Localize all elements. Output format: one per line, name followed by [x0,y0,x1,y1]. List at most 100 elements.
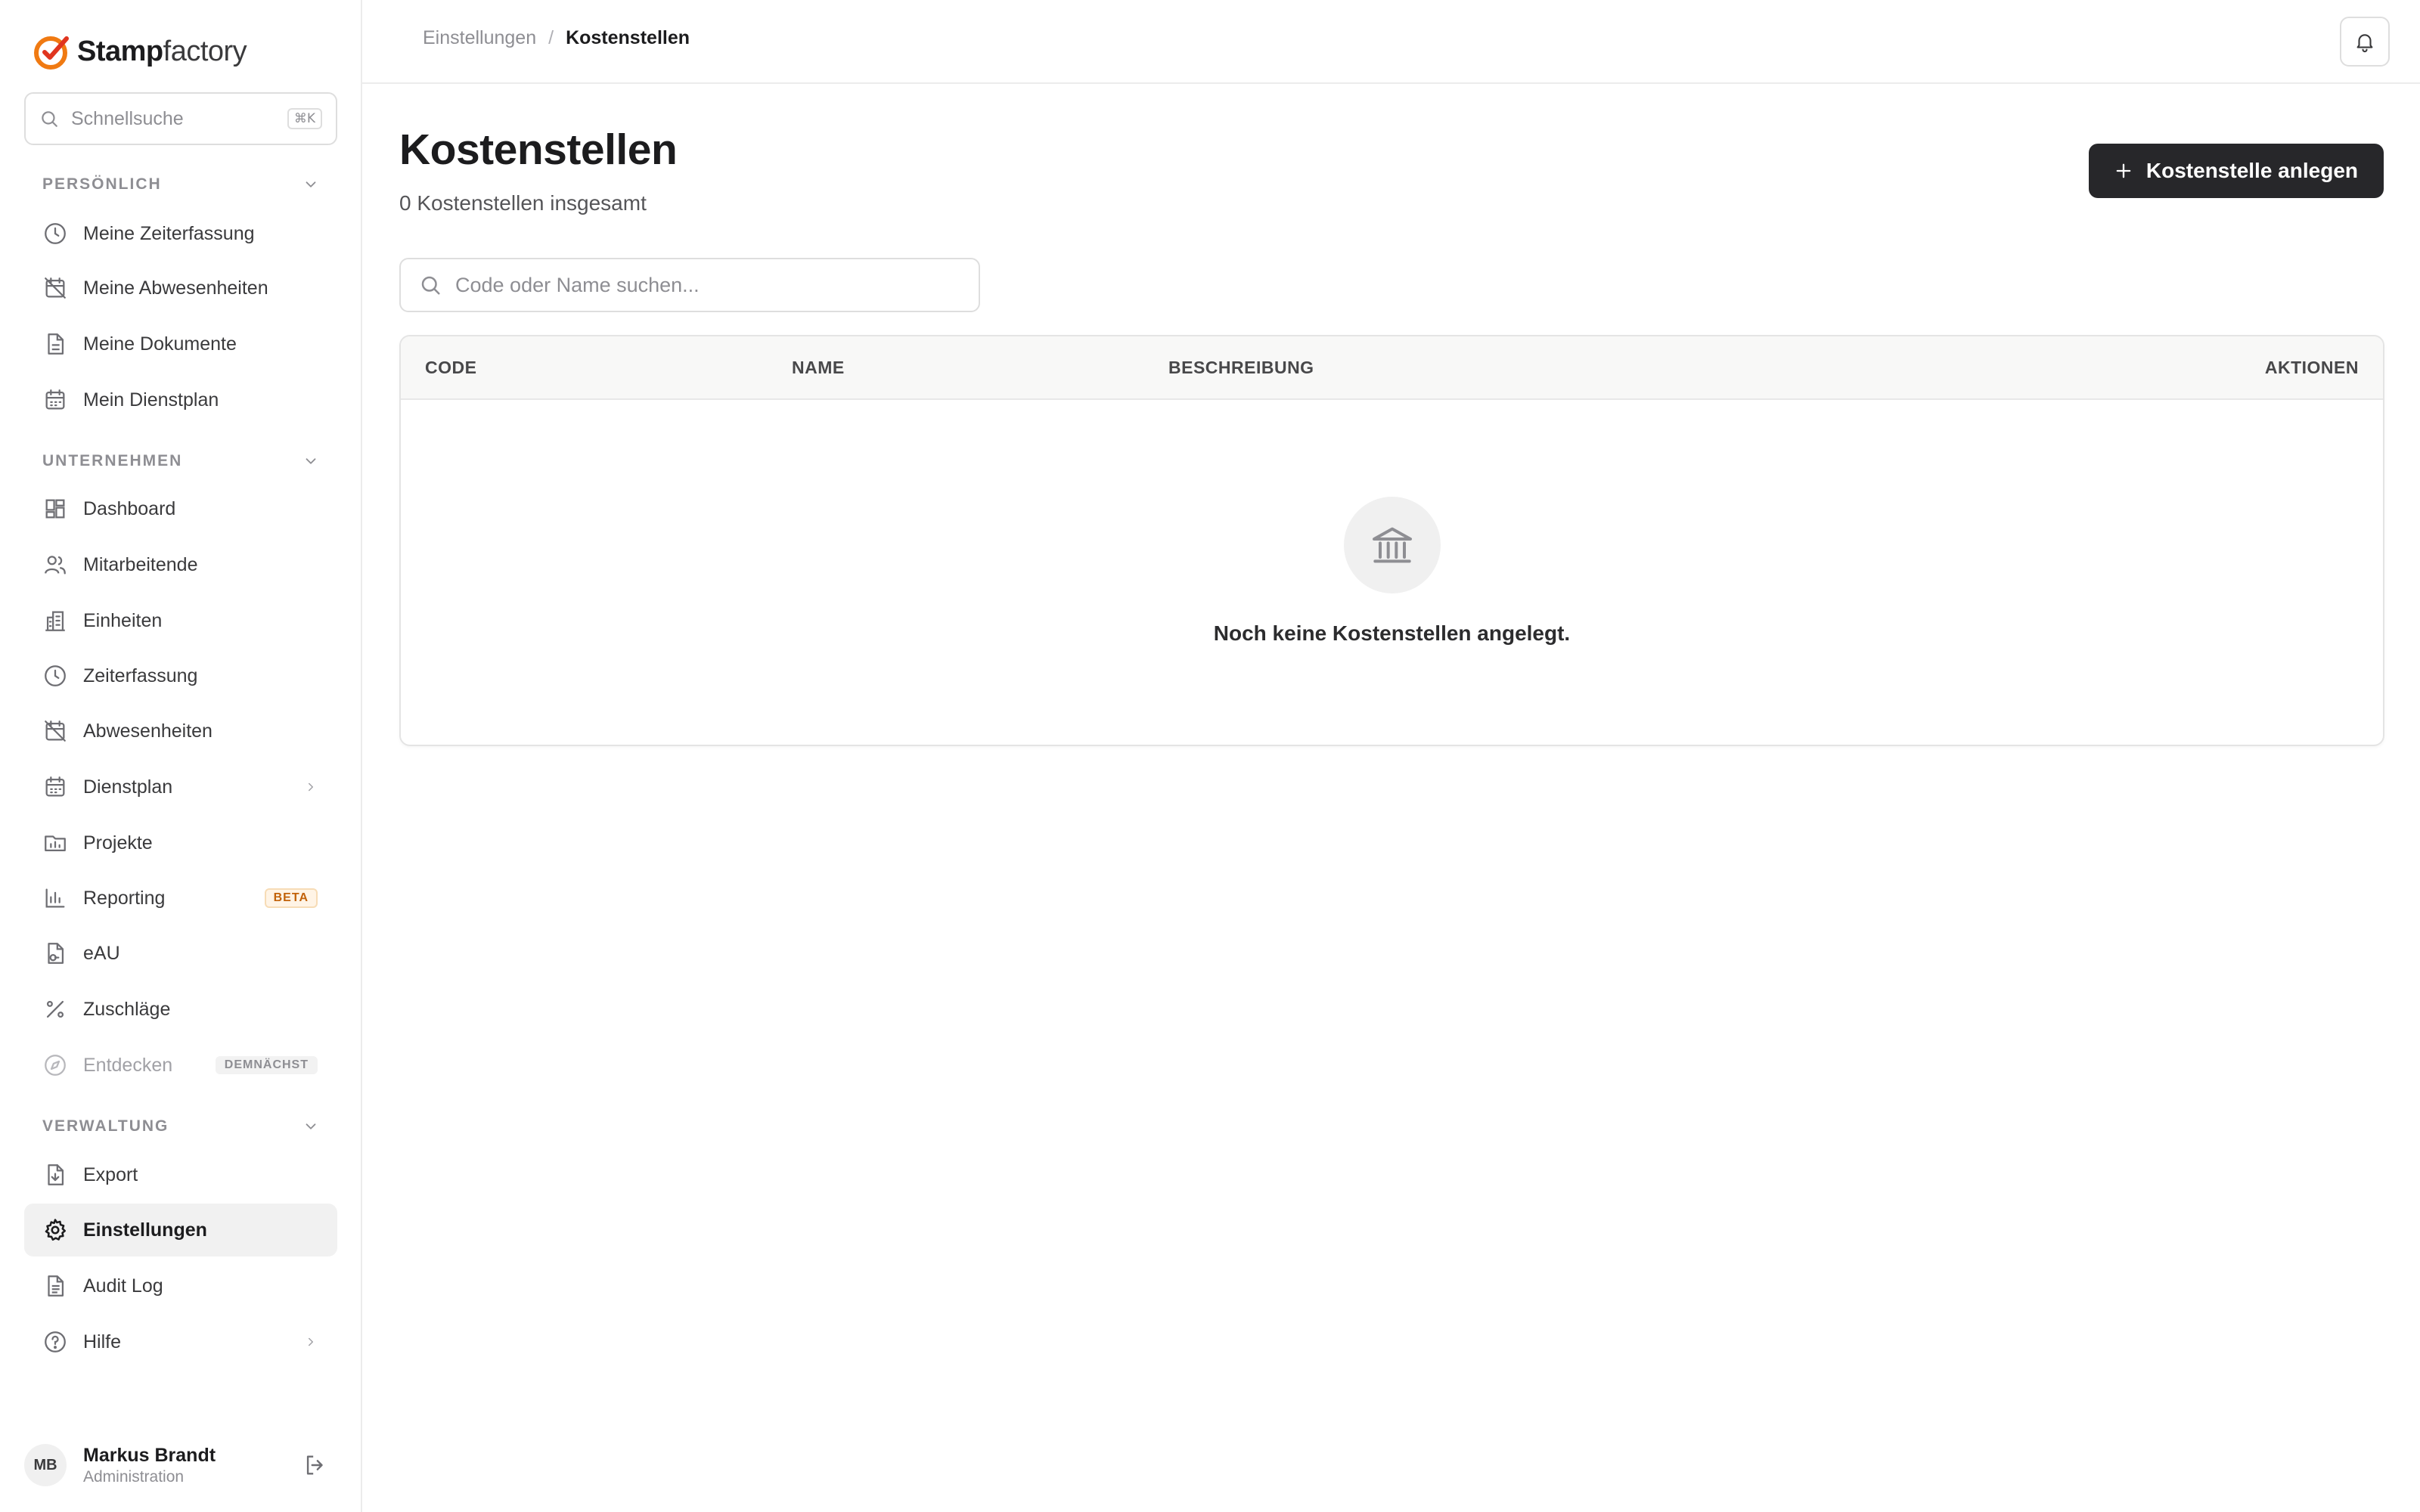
stampfactory-logo-icon [34,36,69,70]
calendar-off-icon [45,720,66,742]
sidebar-item-label: Meine Zeiterfassung [83,222,255,244]
chevron-right-icon [309,782,313,792]
gear-icon [45,1219,67,1241]
empty-state: Noch keine Kostenstellen angelegt. [401,400,2383,745]
sidebar-item-label: eAU [83,942,120,964]
sidebar-item-projects[interactable]: Projekte [24,816,337,869]
clock-icon [45,665,66,686]
clock-icon [45,223,66,244]
chevron-down-icon [306,181,316,187]
sidebar-item-surcharges[interactable]: Zuschläge [24,983,337,1036]
column-header-code[interactable]: CODE [425,358,476,378]
sidebar-item-help[interactable]: Hilfe [24,1315,337,1368]
file-export-icon [48,1164,64,1185]
sidebar-item-eau[interactable]: eAU [24,927,337,980]
bar-chart-icon [45,888,65,908]
building-icon [45,611,65,631]
logout-icon[interactable] [302,1452,328,1478]
breadcrumb-settings-link[interactable]: Einstellungen [423,27,536,49]
user-name: Markus Brandt [83,1444,216,1466]
column-header-actions: AKTIONEN [2264,358,2359,377]
plus-icon [2116,163,2131,178]
notifications-button[interactable] [2340,17,2390,67]
quick-search-placeholder: Schnellsuche [71,107,184,129]
calendar-icon [45,776,65,797]
sidebar-item-schedule[interactable]: Dienstplan [24,761,337,813]
sidebar-item-employees[interactable]: Mitarbeitende [24,538,337,591]
medical-file-icon [48,943,64,964]
folder-icon [45,835,66,852]
cost-center-search-input[interactable] [455,273,960,297]
sidebar-item-label: Projekte [83,832,153,854]
sidebar-item-export[interactable]: Export [24,1148,337,1201]
cost-centers-table: CODE NAME BESCHREIBUNG AKTIONEN Noch kei… [399,335,2384,746]
column-header-name[interactable]: NAME [792,358,845,378]
section-company-title: UNTERNEHMEN [42,452,183,469]
bank-icon [1372,527,1412,563]
section-admin-title: VERWALTUNG [42,1117,169,1135]
sidebar-item-label: Meine Abwesenheiten [83,277,268,299]
add-cost-center-button[interactable]: Kostenstelle anlegen [2088,144,2384,198]
brand-name: Stampfactory [77,35,247,67]
search-icon [421,276,440,295]
top-bar: Einstellungen / Kostenstellen [362,0,2420,84]
user-profile[interactable]: MB Markus Brandt Administration [24,1435,337,1495]
percent-icon [46,1000,64,1018]
coming-soon-badge: DEMNÄCHST [215,1056,318,1074]
cost-center-search[interactable] [399,258,980,312]
sidebar-item-label: Mein Dienstplan [83,389,219,411]
sidebar-item-units[interactable]: Einheiten [24,594,337,647]
search-icon [42,111,57,127]
sidebar-item-label: Mitarbeitende [83,553,198,575]
sidebar-item-discover: Entdecken DEMNÄCHST [24,1039,337,1092]
avatar: MB [24,1444,67,1486]
sidebar-item-time-tracking[interactable]: Zeiterfassung [24,649,337,702]
sidebar-item-label: Einstellungen [83,1219,207,1241]
calendar-icon [45,389,65,410]
user-meta: Markus Brandt Administration [83,1445,286,1486]
sidebar-item-label: Audit Log [83,1275,163,1297]
sidebar-item-label: Zeiterfassung [83,665,198,686]
sidebar-item-label: Meine Dokumente [83,333,237,355]
sidebar-item-absences[interactable]: Abwesenheiten [24,705,337,758]
column-header-description[interactable]: BESCHREIBUNG [1168,358,1314,378]
chevron-right-icon [309,1337,313,1346]
sidebar: Stampfactory Schnellsuche ⌘K PERSÖNLICH … [0,0,362,1512]
dashboard-icon [45,499,65,519]
page-subtitle: 0 Kostenstellen insgesamt [399,191,647,215]
section-admin-header[interactable]: VERWALTUNG [42,1117,319,1136]
sidebar-item-my-absences[interactable]: Meine Abwesenheiten [24,262,337,314]
sidebar-item-label: Dienstplan [83,776,173,798]
sidebar-item-my-documents[interactable]: Meine Dokumente [24,318,337,370]
beta-badge: BETA [264,888,318,908]
sidebar-item-label: Entdecken [83,1054,173,1076]
document-icon [48,333,64,355]
sidebar-item-label: Export [83,1163,138,1185]
sidebar-item-my-schedule[interactable]: Mein Dienstplan [24,373,337,426]
bell-icon [2356,34,2373,53]
section-personal-header[interactable]: PERSÖNLICH [42,175,319,194]
sidebar-item-reporting[interactable]: Reporting BETA [24,872,337,925]
users-icon [45,556,66,575]
brand-logo[interactable]: Stampfactory [32,30,247,73]
help-circle-icon [45,1331,66,1352]
app-shell: Stampfactory Schnellsuche ⌘K PERSÖNLICH … [0,0,2420,1512]
sidebar-item-my-time-tracking[interactable]: Meine Zeiterfassung [24,207,337,260]
sidebar-item-settings[interactable]: Einstellungen [24,1204,337,1256]
sidebar-item-dashboard[interactable]: Dashboard [24,482,337,535]
section-company-header[interactable]: UNTERNEHMEN [42,452,319,470]
calendar-off-icon [45,277,66,299]
sidebar-item-label: Einheiten [83,609,163,631]
empty-state-message: Noch keine Kostenstellen angelegt. [1213,621,1571,645]
breadcrumb-current: Kostenstellen [566,27,690,48]
breadcrumb: Einstellungen / Kostenstellen [423,27,690,49]
sidebar-item-label: Abwesenheiten [83,720,213,742]
sidebar-item-audit-log[interactable]: Audit Log [24,1259,337,1312]
quick-search-input[interactable]: Schnellsuche ⌘K [24,92,337,145]
page-title: Kostenstellen [399,125,678,174]
shortcut-hint: ⌘K [287,108,322,129]
breadcrumb-separator: / [548,27,554,48]
sidebar-item-label: Reporting [83,887,166,909]
sidebar-item-label: Dashboard [83,497,176,519]
section-personal-title: PERSÖNLICH [42,175,162,193]
